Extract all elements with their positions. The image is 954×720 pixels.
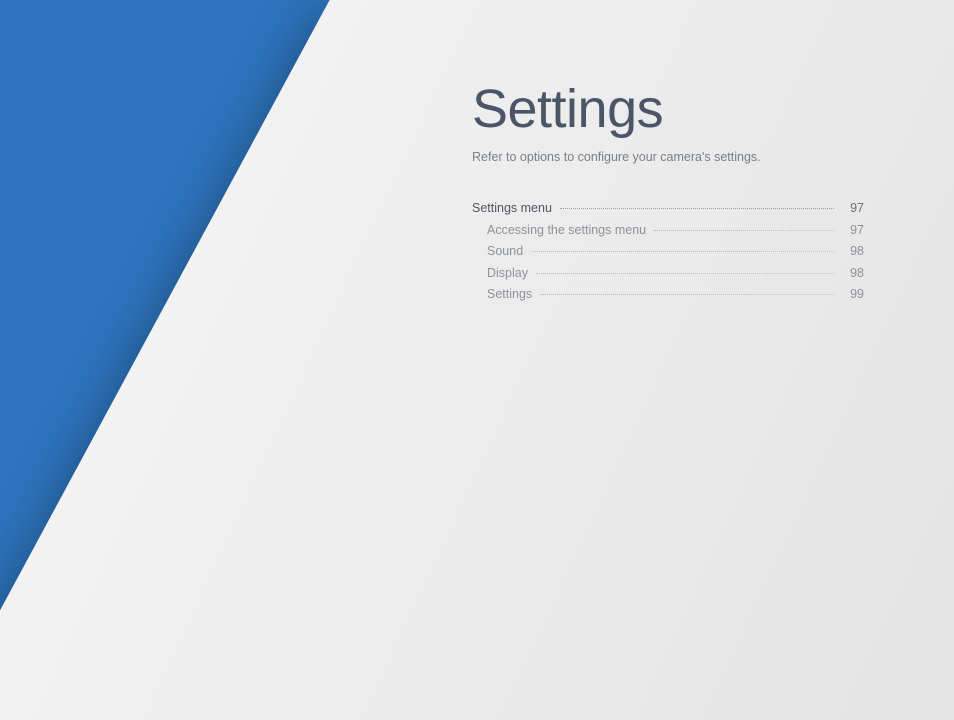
toc-section-label: Settings menu	[472, 202, 556, 215]
toc-section-page: 97	[838, 202, 864, 215]
page-title: Settings	[472, 78, 872, 140]
toc-leader-dots	[560, 208, 834, 209]
toc-item-label: Settings	[472, 288, 536, 301]
toc-leader-dots	[654, 230, 834, 231]
page-subtitle: Refer to options to configure your camer…	[472, 150, 872, 164]
table-of-contents: Settings menu 97 Accessing the settings …	[472, 202, 864, 301]
toc-item-label: Display	[472, 267, 532, 280]
toc-item-row: Sound 98	[472, 245, 864, 258]
toc-item-page: 99	[838, 288, 864, 301]
toc-item-page: 97	[838, 224, 864, 237]
toc-leader-dots	[531, 251, 834, 252]
toc-item-row: Accessing the settings menu 97	[472, 224, 864, 237]
toc-leader-dots	[536, 273, 834, 274]
toc-item-page: 98	[838, 245, 864, 258]
toc-section-row: Settings menu 97	[472, 202, 864, 215]
toc-leader-dots	[540, 294, 834, 295]
toc-item-row: Display 98	[472, 267, 864, 280]
toc-item-label: Accessing the settings menu	[472, 224, 650, 237]
page-content: Settings Refer to options to configure y…	[472, 78, 872, 310]
toc-item-label: Sound	[472, 245, 527, 258]
toc-item-row: Settings 99	[472, 288, 864, 301]
toc-item-page: 98	[838, 267, 864, 280]
